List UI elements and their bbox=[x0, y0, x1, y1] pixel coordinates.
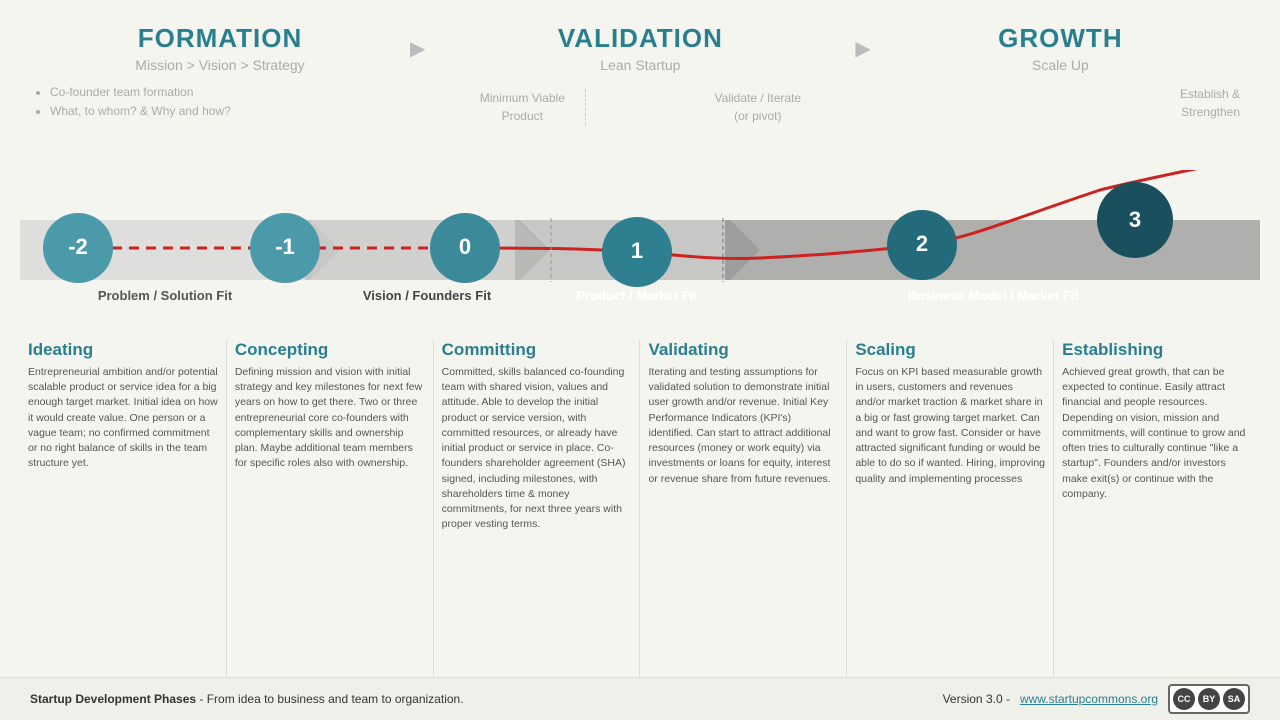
footer-left: Startup Development Phases - From idea t… bbox=[30, 692, 464, 706]
arrow-1: ▶ bbox=[410, 18, 425, 170]
footer-right: Version 3.0 - www.startupcommons.org CC … bbox=[943, 684, 1250, 714]
scaling-col: Scaling Focus on KPI based measurable gr… bbox=[846, 340, 1053, 677]
concepting-title: Concepting bbox=[235, 340, 425, 360]
validation-subtitle: Lean Startup bbox=[600, 57, 680, 73]
validation-title: VALIDATION bbox=[558, 23, 723, 54]
by-icon: BY bbox=[1198, 688, 1220, 710]
formation-bullet-1: Co-founder team formation bbox=[50, 83, 410, 102]
validating-text: Iterating and testing assumptions for va… bbox=[648, 365, 838, 487]
committing-col: Committing Committed, skills balanced co… bbox=[433, 340, 640, 677]
formation-title: FORMATION bbox=[30, 23, 410, 54]
mvp-label: Minimum ViableProduct bbox=[480, 89, 586, 125]
footer-rest: - From idea to business and team to orga… bbox=[196, 692, 463, 706]
committing-title: Committing bbox=[442, 340, 632, 360]
establishing-title: Establishing bbox=[1062, 340, 1252, 360]
svg-text:-2: -2 bbox=[68, 234, 88, 259]
version-text: Version 3.0 - bbox=[943, 692, 1010, 706]
validating-col: Validating Iterating and testing assumpt… bbox=[639, 340, 846, 677]
formation-subtitle: Mission > Vision > Strategy bbox=[30, 57, 410, 73]
sa-icon: SA bbox=[1223, 688, 1245, 710]
arrow-2: ▶ bbox=[855, 18, 870, 170]
ideating-col: Ideating Entrepreneurial ambition and/or… bbox=[20, 340, 226, 677]
bottom-section: Ideating Entrepreneurial ambition and/or… bbox=[0, 330, 1280, 677]
growth-title: GROWTH bbox=[998, 23, 1122, 54]
footer-link[interactable]: www.startupcommons.org bbox=[1020, 692, 1158, 706]
label-psfit: Problem / Solution Fit bbox=[98, 288, 233, 303]
main-container: FORMATION Mission > Vision > Strategy Co… bbox=[0, 0, 1280, 720]
concepting-text: Defining mission and vision with initial… bbox=[235, 365, 425, 472]
svg-text:2: 2 bbox=[916, 231, 928, 256]
scaling-text: Focus on KPI based measurable growth in … bbox=[855, 365, 1045, 487]
formation-bullets: Co-founder team formation What, to whom?… bbox=[30, 83, 410, 121]
growth-section: GROWTH Scale Up Establish &Strengthen bbox=[871, 18, 1250, 170]
validation-section: VALIDATION Lean Startup Minimum ViablePr… bbox=[425, 18, 855, 170]
scaling-title: Scaling bbox=[855, 340, 1045, 360]
establishing-col: Establishing Achieved great growth, that… bbox=[1053, 340, 1260, 677]
cc-icon: CC bbox=[1173, 688, 1195, 710]
formation-section: FORMATION Mission > Vision > Strategy Co… bbox=[30, 18, 410, 170]
svg-text:3: 3 bbox=[1129, 207, 1141, 232]
committing-text: Committed, skills balanced co-founding t… bbox=[442, 365, 632, 532]
label-bmfit: Business Model / Market Fit bbox=[907, 288, 1079, 303]
formation-title-block: FORMATION Mission > Vision > Strategy bbox=[30, 23, 410, 73]
diagram-svg: Problem / Solution Fit Vision / Founders… bbox=[0, 170, 1280, 330]
concepting-col: Concepting Defining mission and vision w… bbox=[226, 340, 433, 677]
svg-text:1: 1 bbox=[631, 238, 643, 263]
ideating-text: Entrepreneurial ambition and/or potentia… bbox=[28, 365, 218, 472]
formation-bullet-2: What, to whom? & Why and how? bbox=[50, 102, 410, 121]
validation-sub-items: Minimum ViableProduct Validate / Iterate… bbox=[425, 89, 855, 125]
establishing-text: Achieved great growth, that can be expec… bbox=[1062, 365, 1252, 502]
footer: Startup Development Phases - From idea t… bbox=[0, 677, 1280, 720]
diagram-section: Problem / Solution Fit Vision / Founders… bbox=[0, 170, 1280, 330]
cc-badge: CC BY SA bbox=[1168, 684, 1250, 714]
growth-subtitle: Scale Up bbox=[1032, 57, 1089, 73]
footer-bold: Startup Development Phases bbox=[30, 692, 196, 706]
top-section: FORMATION Mission > Vision > Strategy Co… bbox=[0, 0, 1280, 170]
ideating-title: Ideating bbox=[28, 340, 218, 360]
svg-text:0: 0 bbox=[459, 234, 471, 259]
svg-text:-1: -1 bbox=[275, 234, 295, 259]
validate-label: Validate / Iterate(or pivot) bbox=[695, 89, 802, 125]
validating-title: Validating bbox=[648, 340, 838, 360]
label-vffit: Vision / Founders Fit bbox=[363, 288, 492, 303]
label-pmfit: Product / Market Fit bbox=[576, 288, 698, 303]
establish-label: Establish &Strengthen bbox=[1180, 85, 1250, 121]
